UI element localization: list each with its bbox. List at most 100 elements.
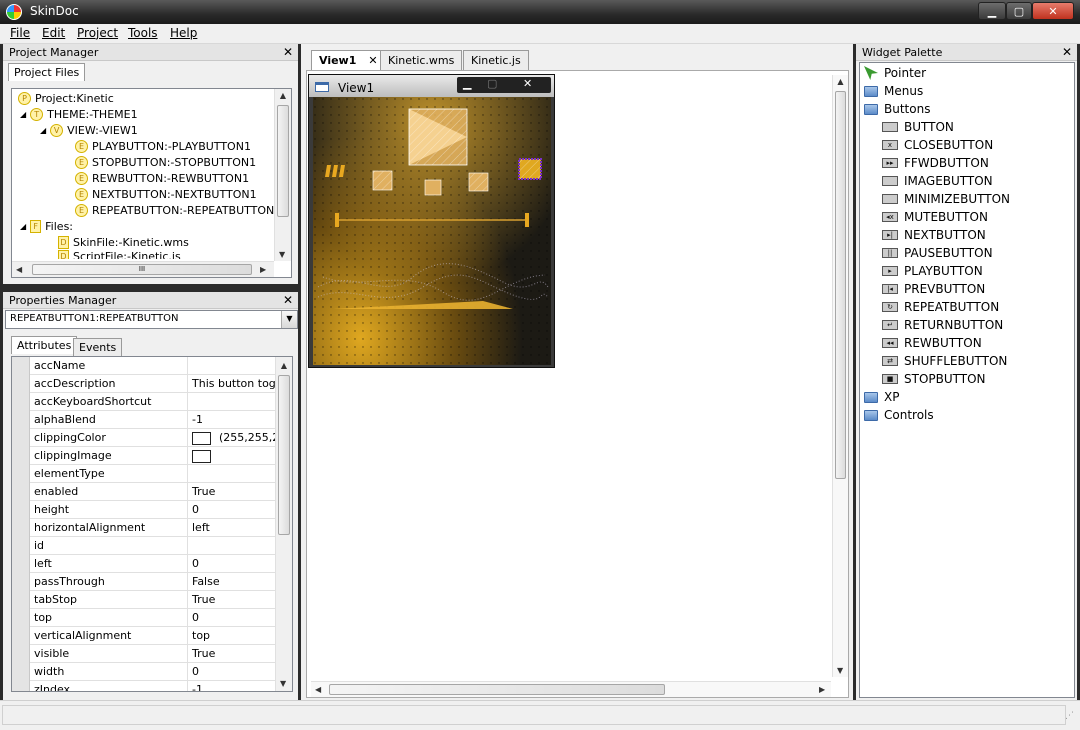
property-row[interactable]: width 0 — [30, 663, 286, 681]
property-value[interactable]: (255,255,255) — [188, 429, 286, 447]
property-value[interactable] — [188, 537, 286, 555]
expand-icon[interactable]: ◢ — [40, 126, 46, 135]
tree-item-skinfile[interactable]: D SkinFile:-Kinetic.wms — [58, 234, 189, 250]
close-panel-icon[interactable]: ✕ — [283, 293, 293, 307]
property-row[interactable]: zIndex -1 — [30, 681, 286, 691]
property-row[interactable]: visible True — [30, 645, 286, 663]
property-row[interactable]: accName — [30, 357, 286, 375]
property-value[interactable]: left — [188, 519, 286, 537]
scroll-right-icon[interactable]: ▶ — [260, 265, 266, 274]
palette-item-minimizebutton[interactable]: MINIMIZEBUTTON — [882, 190, 1010, 208]
canvas-vertical-scrollbar[interactable]: ▲ ▼ — [832, 75, 848, 677]
scroll-left-icon[interactable]: ◀ — [16, 265, 22, 274]
scroll-down-icon[interactable]: ▼ — [280, 679, 286, 688]
property-row[interactable]: elementType — [30, 465, 286, 483]
color-swatch[interactable] — [192, 449, 211, 463]
dropdown-arrow-icon[interactable]: ▼ — [281, 311, 297, 328]
property-value[interactable] — [188, 447, 286, 465]
tree-item-view[interactable]: ◢ V VIEW:-VIEW1 — [40, 122, 138, 138]
resize-grip-icon[interactable]: ⋰ — [1065, 711, 1074, 721]
tab-kinetic-js[interactable]: Kinetic.js — [463, 50, 529, 70]
tree-vertical-scrollbar[interactable]: ▲ ▼ — [274, 89, 291, 261]
property-value[interactable]: True — [188, 483, 286, 501]
tree-item-project[interactable]: P Project:Kinetic — [18, 90, 114, 106]
stop-button-element[interactable] — [424, 179, 442, 196]
minimize-button[interactable]: ▁ — [978, 2, 1006, 20]
palette-item-repeatbutton[interactable]: ↻ REPEATBUTTON — [882, 298, 999, 316]
palette-item-menus[interactable]: Menus — [864, 82, 923, 100]
tree-item-rewbutton[interactable]: E REWBUTTON:-REWBUTTON1 — [75, 170, 249, 186]
palette-item-xp[interactable]: XP — [864, 388, 899, 406]
tree-horizontal-scrollbar[interactable]: ◀ III ▶ — [12, 261, 274, 277]
menu-help[interactable]: Help — [170, 26, 197, 40]
property-row[interactable]: height 0 — [30, 501, 286, 519]
tree-item-nextbutton[interactable]: E NEXTBUTTON:-NEXTBUTTON1 — [75, 186, 257, 202]
tab-kinetic-wms[interactable]: Kinetic.wms — [380, 50, 463, 70]
expand-icon[interactable]: ◢ — [20, 110, 26, 119]
property-row[interactable]: clippingImage — [30, 447, 286, 465]
property-value[interactable]: top — [188, 627, 286, 645]
view1-window[interactable]: View1 ▁ ▢ ✕ — [308, 74, 555, 368]
property-row[interactable]: top 0 — [30, 609, 286, 627]
property-row[interactable]: passThrough False — [30, 573, 286, 591]
palette-item-buttons[interactable]: Buttons — [864, 100, 930, 118]
close-panel-icon[interactable]: ✕ — [283, 45, 293, 59]
tab-project-files[interactable]: Project Files — [8, 63, 86, 81]
palette-item-stopbutton[interactable]: ■ STOPBUTTON — [882, 370, 986, 388]
repeat-button-element[interactable] — [518, 158, 542, 180]
palette-item-pausebutton[interactable]: || PAUSEBUTTON — [882, 244, 993, 262]
property-value[interactable]: True — [188, 591, 286, 609]
tree-item-stopbutton[interactable]: E STOPBUTTON:-STOPBUTTON1 — [75, 154, 256, 170]
scroll-thumb[interactable] — [329, 684, 665, 695]
rew-button-element[interactable] — [372, 170, 393, 191]
scroll-right-icon[interactable]: ▶ — [819, 685, 825, 694]
palette-item-shufflebutton[interactable]: ⇄ SHUFFLEBUTTON — [882, 352, 1007, 370]
scroll-up-icon[interactable]: ▲ — [276, 361, 292, 370]
maximize-icon[interactable]: ▢ — [487, 77, 497, 90]
palette-item-button[interactable]: BUTTON — [882, 118, 954, 136]
tab-view1[interactable]: View1 ✕ — [311, 50, 386, 70]
properties-scrollbar[interactable]: ▲ ▼ — [275, 357, 292, 691]
next-button-element[interactable] — [468, 172, 489, 192]
scroll-up-icon[interactable]: ▲ — [833, 77, 848, 86]
scroll-thumb[interactable] — [835, 91, 846, 479]
scroll-down-icon[interactable]: ▼ — [279, 250, 285, 259]
palette-item-rewbutton[interactable]: ◂◂ REWBUTTON — [882, 334, 982, 352]
property-value[interactable]: True — [188, 645, 286, 663]
color-swatch[interactable] — [192, 431, 211, 445]
property-value[interactable]: -1 — [188, 681, 286, 691]
property-value[interactable]: This button toggles — [188, 375, 286, 393]
object-selector[interactable]: REPEATBUTTON1:REPEATBUTTON ▼ — [5, 310, 298, 329]
tree-item-repeatbutton[interactable]: E REPEATBUTTON:-REPEATBUTTON1 — [75, 202, 281, 218]
property-row[interactable]: accDescription This button toggles — [30, 375, 286, 393]
property-row[interactable]: horizontalAlignment left — [30, 519, 286, 537]
tree-item-scriptfile[interactable]: D ScriptFile:-Kinetic.js — [58, 250, 181, 259]
tree-item-playbutton[interactable]: E PLAYBUTTON:-PLAYBUTTON1 — [75, 138, 251, 154]
palette-item-returnbutton[interactable]: ↵ RETURNBUTTON — [882, 316, 1003, 334]
scroll-thumb[interactable]: III — [32, 264, 252, 275]
palette-item-nextbutton[interactable]: ▸| NEXTBUTTON — [882, 226, 986, 244]
palette-item-closebutton[interactable]: x CLOSEBUTTON — [882, 136, 993, 154]
property-value[interactable]: 0 — [188, 609, 286, 627]
menu-edit[interactable]: Edit — [42, 26, 65, 40]
scroll-left-icon[interactable]: ◀ — [315, 685, 321, 694]
property-value[interactable] — [188, 357, 286, 375]
property-value[interactable]: 0 — [188, 501, 286, 519]
property-row[interactable]: tabStop True — [30, 591, 286, 609]
property-row[interactable]: verticalAlignment top — [30, 627, 286, 645]
property-row[interactable]: enabled True — [30, 483, 286, 501]
menu-tools[interactable]: Tools — [128, 26, 158, 40]
scroll-thumb[interactable] — [278, 375, 290, 535]
tab-events[interactable]: Events — [73, 338, 123, 356]
maximize-button[interactable]: ▢ — [1006, 2, 1032, 20]
property-value[interactable]: 0 — [188, 555, 286, 573]
close-button[interactable]: ✕ — [1032, 2, 1074, 20]
tree-item-theme[interactable]: ◢ T THEME:-THEME1 — [20, 106, 138, 122]
tab-attributes[interactable]: Attributes — [11, 336, 78, 354]
property-row[interactable]: left 0 — [30, 555, 286, 573]
property-value[interactable]: -1 — [188, 411, 286, 429]
expand-icon[interactable]: ◢ — [20, 222, 26, 231]
scroll-thumb[interactable] — [277, 105, 289, 217]
palette-item-imagebutton[interactable]: IMAGEBUTTON — [882, 172, 993, 190]
palette-item-ffwdbutton[interactable]: ▸▸ FFWDBUTTON — [882, 154, 989, 172]
